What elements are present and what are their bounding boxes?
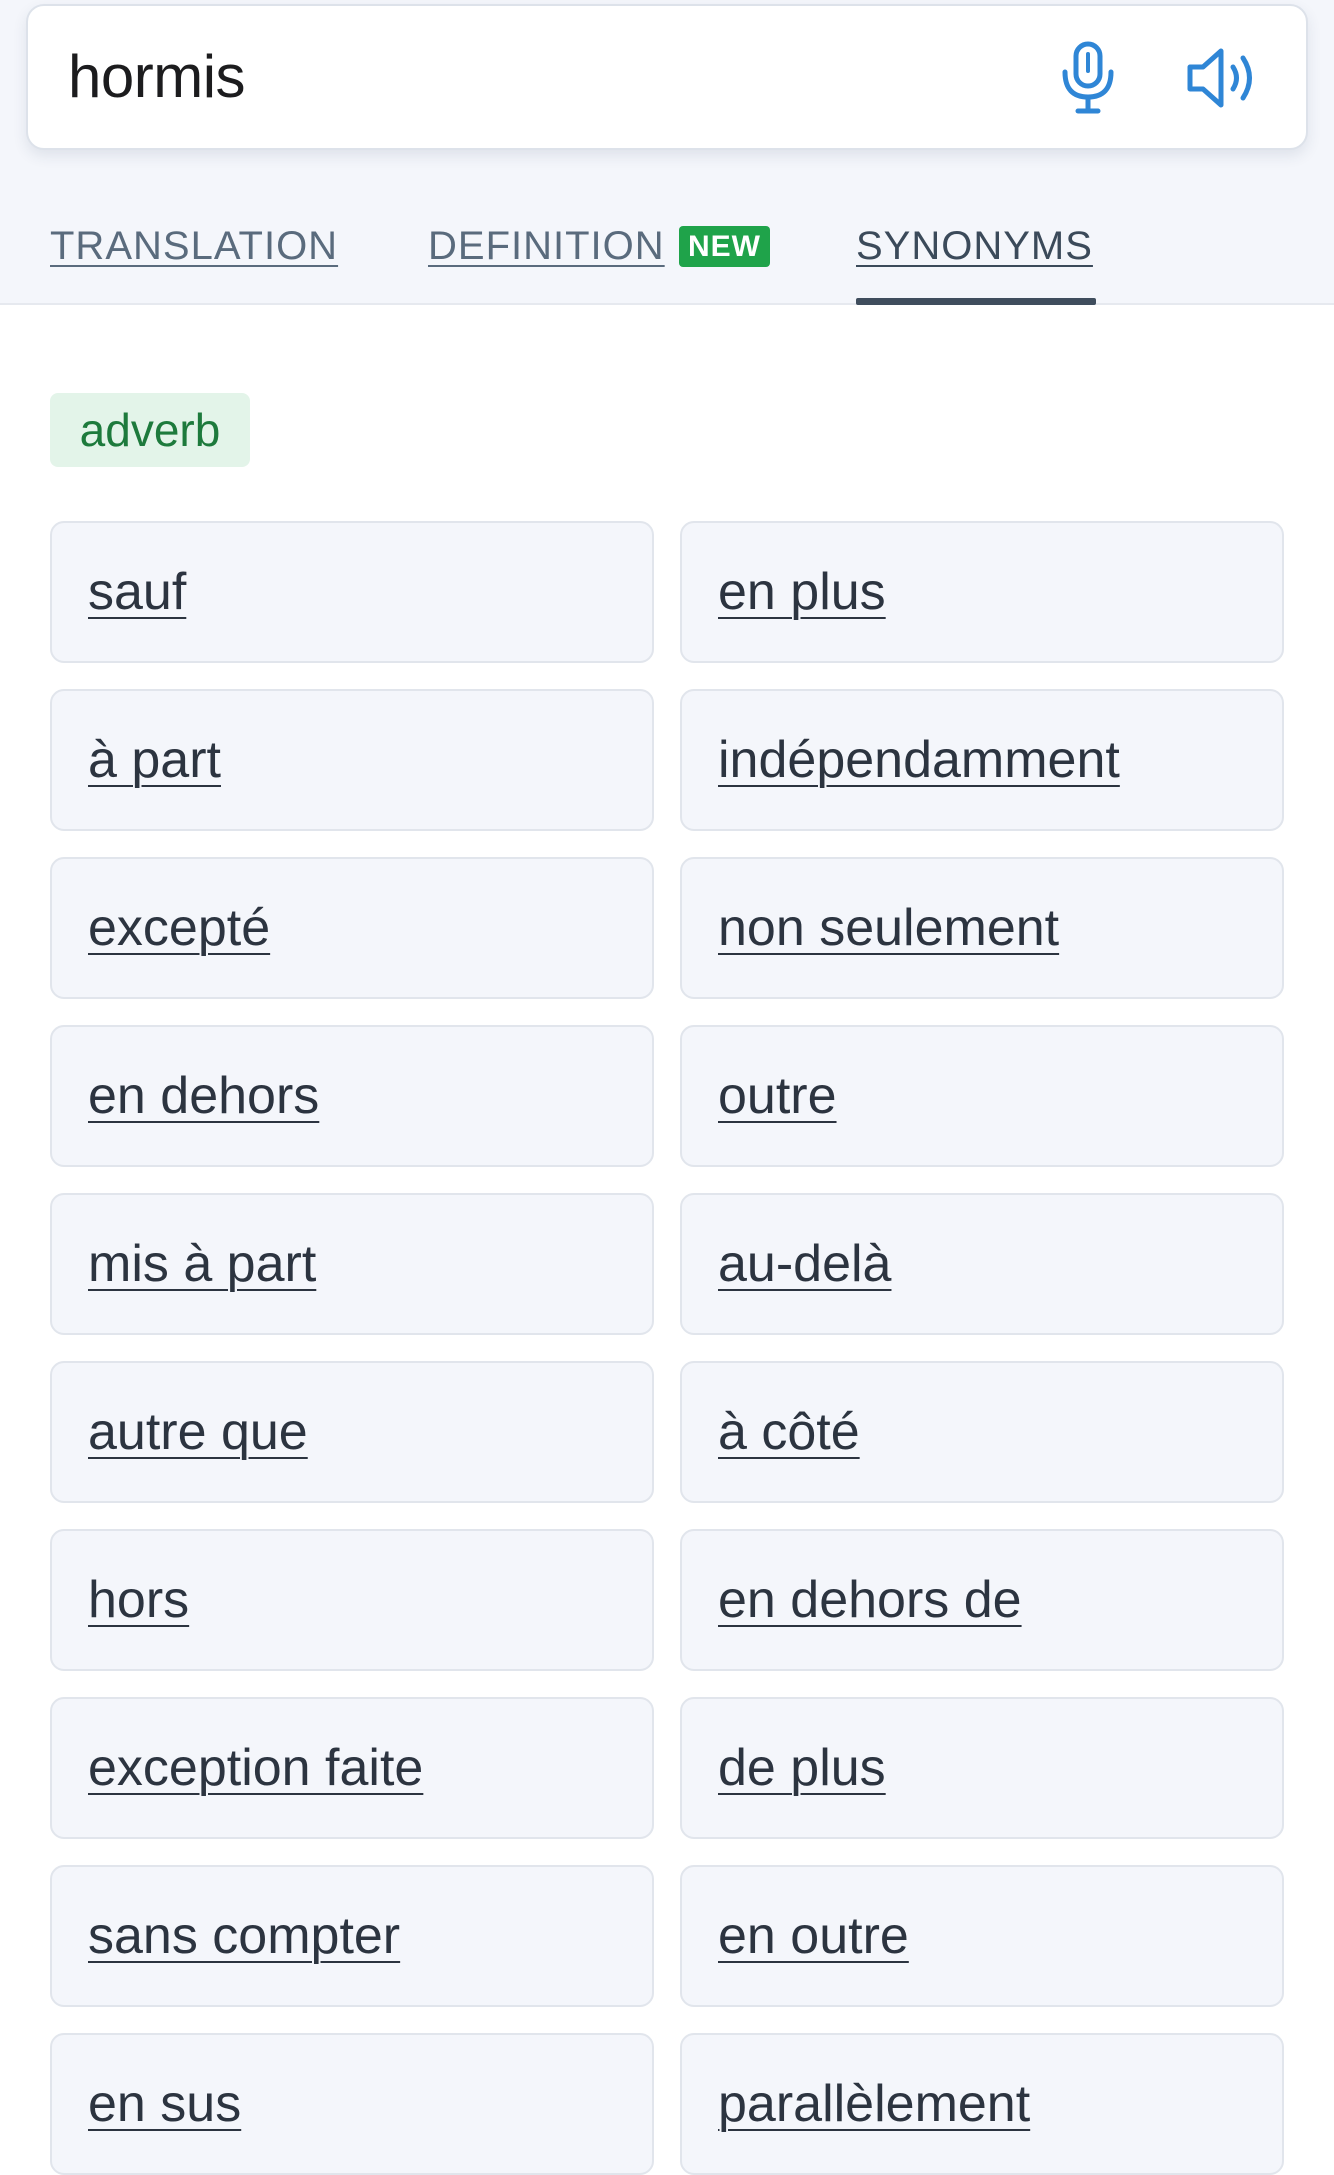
synonym-link[interactable]: sauf [88,523,186,661]
synonym-card[interactable]: à part [50,689,654,831]
synonym-card[interactable]: en dehors [50,1025,654,1167]
tab-bar: TRANSLATION DEFINITION SYNONYMS [0,210,1334,305]
synonym-link[interactable]: non seulement [718,859,1059,997]
synonym-card[interactable]: au-delà [680,1193,1284,1335]
synonym-link[interactable]: en dehors de [718,1531,1022,1669]
synonym-link[interactable]: en sus [88,2035,241,2173]
synonym-card[interactable]: indépendamment [680,689,1284,831]
synonym-card[interactable]: sauf [50,521,654,663]
synonym-card[interactable]: à côté [680,1361,1284,1503]
synonym-link[interactable]: de plus [718,1699,886,1837]
synonym-card[interactable]: autre que [50,1361,654,1503]
search-box[interactable]: hormis [26,4,1308,150]
tab-translation[interactable]: TRANSLATION [50,224,338,269]
search-query[interactable]: hormis [68,6,246,148]
synonyms-grid: sauf en plus à part indépendamment excep… [50,521,1284,2175]
synonym-card[interactable]: sans compter [50,1865,654,2007]
synonym-card[interactable]: hors [50,1529,654,1671]
synonym-card[interactable]: en outre [680,1865,1284,2007]
synonym-card[interactable]: mis à part [50,1193,654,1335]
synonym-link[interactable]: hors [88,1531,189,1669]
synonym-link[interactable]: autre que [88,1363,308,1501]
synonym-card[interactable]: exception faite [50,1697,654,1839]
synonym-card[interactable]: de plus [680,1697,1284,1839]
synonym-link[interactable]: au-delà [718,1195,891,1333]
synonym-card[interactable]: outre [680,1025,1284,1167]
synonym-link[interactable]: sans compter [88,1867,400,2005]
synonym-link[interactable]: à côté [718,1363,860,1501]
tab-synonyms[interactable]: SYNONYMS [856,224,1093,269]
synonym-link[interactable]: excepté [88,859,270,997]
synonym-link[interactable]: mis à part [88,1195,316,1333]
tab-definition[interactable]: DEFINITION [428,224,665,269]
header-area: hormis TRANSLATION DEFINITION SYNONYMS N… [0,0,1334,305]
active-tab-indicator [856,298,1096,305]
synonym-card[interactable]: parallèlement [680,2033,1284,2175]
microphone-icon [1062,41,1114,114]
synonym-link[interactable]: exception faite [88,1699,423,1837]
synonym-link[interactable]: à part [88,691,221,829]
synonym-card[interactable]: non seulement [680,857,1284,999]
synonym-card[interactable]: en plus [680,521,1284,663]
microphone-button[interactable] [1046,36,1130,120]
synonym-link[interactable]: indépendamment [718,691,1120,829]
speaker-icon [1187,48,1252,108]
synonym-link[interactable]: en plus [718,523,886,661]
synonym-link[interactable]: en outre [718,1867,909,2005]
part-of-speech-badge: adverb [50,393,250,467]
synonym-link[interactable]: parallèlement [718,2035,1030,2173]
new-badge: NEW [679,226,770,267]
speaker-button[interactable] [1181,36,1265,120]
synonym-link[interactable]: outre [718,1027,837,1165]
synonym-card[interactable]: excepté [50,857,654,999]
synonym-card[interactable]: en sus [50,2033,654,2175]
synonym-card[interactable]: en dehors de [680,1529,1284,1671]
synonym-link[interactable]: en dehors [88,1027,319,1165]
